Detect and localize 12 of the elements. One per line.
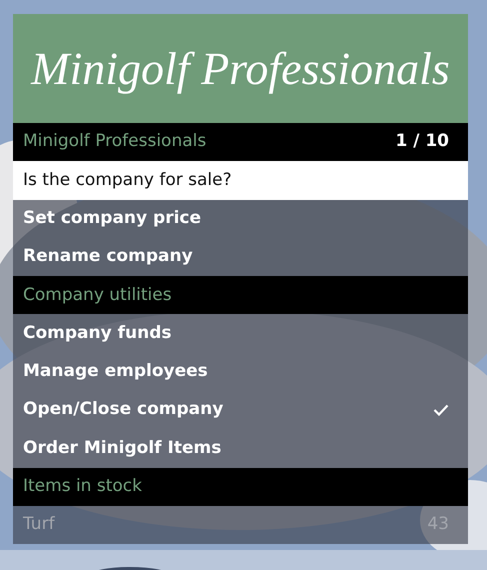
section-title: Minigolf Professionals <box>23 130 206 154</box>
menu-item[interactable]: Set company price <box>13 200 468 238</box>
menu-item[interactable]: Open/Close company <box>13 391 468 430</box>
menu-item[interactable]: Rename company <box>13 238 468 276</box>
section-title: Items in stock <box>23 475 142 498</box>
menu-item[interactable]: Order Minigolf Items <box>13 429 468 468</box>
section-title: Company utilities <box>23 284 172 307</box>
menu-item[interactable]: Manage employees <box>13 352 468 392</box>
banner-title: Minigolf Professionals <box>31 46 450 92</box>
menu-item[interactable]: Company funds <box>13 314 468 353</box>
menu-item[interactable]: Is the company for sale? <box>13 161 468 200</box>
page-counter: 1 / 10 <box>395 130 449 154</box>
